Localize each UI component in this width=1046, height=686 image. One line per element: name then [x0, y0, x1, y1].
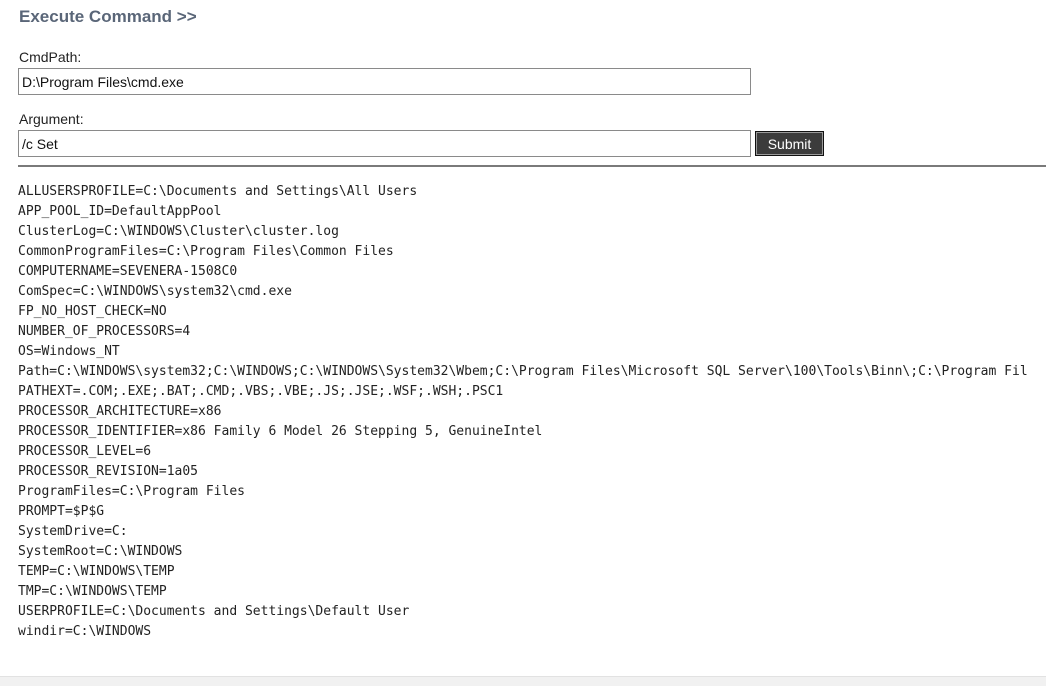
output-line: PROCESSOR_LEVEL=6 [18, 444, 152, 459]
output-line: Path=C:\WINDOWS\system32;C:\WINDOWS;C:\W… [18, 364, 1028, 379]
output-line: CommonProgramFiles=C:\Program Files\Comm… [18, 244, 394, 259]
output-line: PATHEXT=.COM;.EXE;.BAT;.CMD;.VBS;.VBE;.J… [18, 384, 504, 399]
output-line: OS=Windows_NT [18, 344, 120, 359]
output-line: USERPROFILE=C:\Documents and Settings\De… [18, 604, 410, 619]
output-line: PROCESSOR_REVISION=1a05 [18, 464, 199, 479]
output-line: APP_POOL_ID=DefaultAppPool [18, 204, 222, 219]
output-line: TMP=C:\WINDOWS\TEMP [18, 584, 167, 599]
cmdpath-label: CmdPath: [19, 49, 82, 65]
output-line: ComSpec=C:\WINDOWS\system32\cmd.exe [18, 284, 292, 299]
output-line: SystemDrive=C: [18, 524, 128, 539]
output-line: COMPUTERNAME=SEVENERA-1508C0 [18, 264, 238, 279]
output-line: PROCESSOR_IDENTIFIER=x86 Family 6 Model … [18, 424, 543, 439]
output-line: PROCESSOR_ARCHITECTURE=x86 [18, 404, 222, 419]
divider [18, 165, 1046, 167]
argument-label: Argument: [19, 111, 84, 127]
output-line: windir=C:\WINDOWS [18, 624, 152, 639]
output-line: FP_NO_HOST_CHECK=NO [18, 304, 167, 319]
output-line: SystemRoot=C:\WINDOWS [18, 544, 183, 559]
command-output: ALLUSERSPROFILE=C:\Documents and Setting… [18, 182, 1046, 642]
output-line: ProgramFiles=C:\Program Files [18, 484, 245, 499]
cmdpath-input[interactable] [18, 68, 751, 95]
argument-input[interactable] [18, 130, 751, 157]
output-line: NUMBER_OF_PROCESSORS=4 [18, 324, 191, 339]
output-line: ClusterLog=C:\WINDOWS\Cluster\cluster.lo… [18, 224, 339, 239]
page-title: Execute Command >> [19, 7, 197, 26]
output-line: ALLUSERSPROFILE=C:\Documents and Setting… [18, 184, 418, 199]
bottom-bar [0, 676, 1046, 686]
output-line: TEMP=C:\WINDOWS\TEMP [18, 564, 175, 579]
submit-button[interactable]: Submit [755, 131, 824, 156]
output-line: PROMPT=$P$G [18, 504, 105, 519]
